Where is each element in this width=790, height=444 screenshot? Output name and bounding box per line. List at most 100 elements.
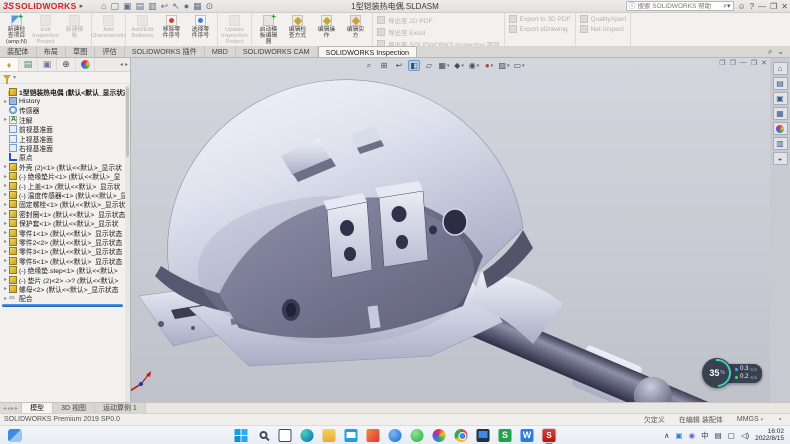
tree-item[interactable]: 传感器: [0, 106, 125, 115]
filter-dropdown-icon[interactable]: ▾: [13, 74, 16, 81]
tray-chevron-icon[interactable]: ∧: [664, 431, 670, 440]
new-inspection-project-button[interactable]: 新建检 查项目 (amp;N): [2, 14, 31, 47]
search-icon[interactable]: [256, 428, 271, 443]
tab-propertymanager[interactable]: ▤: [19, 58, 38, 71]
tree-item[interactable]: 右视基准面: [0, 143, 125, 152]
tree-item[interactable]: ▸(-) 温度传感器<1> (默认<<默认>_显示: [0, 190, 125, 199]
expand-ribbon-icon[interactable]: ⌄: [777, 47, 784, 57]
tree-item[interactable]: ▸固定螺栓<1> (默认<<默认>_显示状: [0, 200, 125, 209]
start-icon[interactable]: [234, 428, 249, 443]
tree-item[interactable]: ▸(-) 绝缘垫.step<1> (默认<<默认>: [0, 265, 125, 274]
save-icon[interactable]: ▤: [136, 1, 145, 11]
tag-icon[interactable]: ◔: [777, 415, 782, 424]
select-balloon-button[interactable]: 选择零 件序号: [186, 14, 215, 40]
performance-widget[interactable]: 35% 0.3 K/s 0.2 K/s: [702, 358, 762, 388]
expand-arrow-icon[interactable]: ▸: [2, 229, 9, 236]
help-icon[interactable]: ?: [750, 2, 754, 11]
tree-item[interactable]: ▸零件2<2> (默认<<默认>_显示状态: [0, 237, 125, 246]
tree-root-item[interactable]: 1型铠装热电偶 (默认<默认_显示状态-1>: [0, 87, 125, 96]
tray-shield-icon[interactable]: ◉: [689, 431, 696, 440]
apply-scene-icon[interactable]: ▨▾: [498, 60, 510, 71]
hide-show-items-icon[interactable]: ◉▾: [468, 60, 480, 71]
dynamic-annotation-icon[interactable]: ▱: [423, 60, 435, 71]
launch-template-editor-button[interactable]: 启动模 板编辑 器: [254, 14, 283, 47]
print-icon[interactable]: ▥: [148, 1, 157, 11]
appearances-icon[interactable]: [773, 122, 788, 135]
chrome-icon[interactable]: [454, 428, 469, 443]
graphics-viewport[interactable]: ⌕⊞↩◧▱▦▾◆▾◉▾●▾▨▾▭▾ ❐ ❐ — ❐ ✕: [131, 58, 770, 402]
qq-icon[interactable]: [410, 428, 425, 443]
user-icon[interactable]: ☺: [738, 2, 746, 11]
ribbon-tab-装配体[interactable]: 装配体: [0, 46, 37, 57]
expand-arrow-icon[interactable]: ▸: [2, 285, 9, 292]
tray-keyboard-icon[interactable]: ▤: [715, 431, 722, 440]
ribbon-tab-mbd[interactable]: MBD: [205, 46, 236, 57]
scrollbar-thumb[interactable]: [126, 87, 129, 157]
ribbon-tab-solidworks-inspection[interactable]: SOLIDWORKS Inspection: [318, 46, 418, 57]
section-view-icon[interactable]: ◧: [408, 60, 420, 71]
search-icon[interactable]: ⌕▾: [723, 2, 730, 11]
options-icon[interactable]: ⊙: [206, 1, 214, 11]
ribbon-tab-布局[interactable]: 布局: [37, 46, 66, 57]
edge-icon[interactable]: [300, 428, 315, 443]
remove-balloon-button[interactable]: 移除零 件序号: [157, 14, 186, 40]
view-palette-icon[interactable]: ▦: [773, 107, 788, 120]
tree-item[interactable]: ▸(-) 绝缘垫片<1> (默认<<默认>_显: [0, 172, 125, 181]
wps-w-icon[interactable]: W: [520, 428, 535, 443]
file-explorer-icon[interactable]: ▣: [773, 92, 788, 105]
tree-item[interactable]: ▸注解: [0, 115, 125, 124]
solidworks-app-icon[interactable]: S: [542, 428, 557, 443]
explorer-icon[interactable]: [322, 428, 337, 443]
rollback-bar[interactable]: [2, 304, 123, 307]
view-orientation-icon[interactable]: ▦▾: [438, 60, 450, 71]
tab-dimxpertmanager[interactable]: ⊕: [57, 58, 76, 71]
doc-minimize-icon[interactable]: —: [740, 59, 747, 67]
taskview-icon[interactable]: [278, 428, 293, 443]
mail-icon[interactable]: [344, 428, 359, 443]
tree-item[interactable]: ▸∞配合: [0, 294, 125, 303]
pin-icon[interactable]: ⌕: [768, 47, 772, 57]
tree-item[interactable]: ▸History: [0, 96, 125, 105]
home-icon[interactable]: ⌂: [101, 1, 106, 11]
browser-icon[interactable]: [388, 428, 403, 443]
wps-s-icon[interactable]: S: [498, 428, 513, 443]
remote-icon[interactable]: [476, 428, 491, 443]
expand-arrow-icon[interactable]: ▸: [2, 173, 9, 180]
tree-scrollbar[interactable]: [125, 85, 130, 402]
search-input[interactable]: [638, 3, 724, 10]
ribbon-tab-评估[interactable]: 评估: [95, 46, 124, 57]
photos-icon[interactable]: [366, 428, 381, 443]
doc-close-icon[interactable]: ✕: [761, 59, 767, 67]
expand-arrow-icon[interactable]: ▸: [2, 201, 9, 208]
expand-arrow-icon[interactable]: ▸: [2, 98, 9, 105]
expand-arrow-icon[interactable]: ▸: [2, 182, 9, 189]
select-icon[interactable]: ↖: [172, 1, 180, 11]
expand-arrow-icon[interactable]: ▸: [2, 116, 9, 123]
edit-operation-button[interactable]: 编辑操 作: [312, 14, 341, 40]
expand-arrow-icon[interactable]: ▸: [2, 163, 9, 170]
tree-item[interactable]: ▸保护套<1> (默认<<默认>_显示状: [0, 218, 125, 227]
tree-item[interactable]: ▸外壳 (2)<1> (默认<<默认>_显示状: [0, 162, 125, 171]
tree-item[interactable]: ▸零件3<1> (默认<<默认>_显示状态: [0, 247, 125, 256]
rebuild-icon[interactable]: ●: [184, 1, 189, 11]
menu-expand-icon[interactable]: ▸: [80, 2, 84, 10]
expand-arrow-icon[interactable]: ▸: [2, 295, 9, 302]
tree-item[interactable]: ▸零件1<1> (默认<<默认>_显示状态: [0, 228, 125, 237]
tray-display-icon[interactable]: ▢: [728, 431, 735, 440]
expand-arrow-icon[interactable]: ▸: [2, 248, 9, 255]
zoom-area-icon[interactable]: ⊞: [378, 60, 390, 71]
tree-item[interactable]: 原点: [0, 153, 125, 162]
tab-configurationmanager[interactable]: ▣: [38, 58, 57, 71]
tree-item[interactable]: ▸(-) 垫片 (2)<2> ->? (默认<<默认>: [0, 275, 125, 284]
expand-arrow-icon[interactable]: ▸: [2, 220, 9, 227]
edit-spec-button[interactable]: 编辑实 方: [341, 14, 370, 40]
filter-icon[interactable]: [3, 75, 11, 80]
expand-arrow-icon[interactable]: ▸: [2, 257, 9, 264]
previous-view-icon[interactable]: ↩: [393, 60, 405, 71]
doc-tab-3D-视图[interactable]: 3D 视图: [53, 403, 95, 413]
window-minimize-icon[interactable]: —: [758, 2, 766, 11]
clock[interactable]: 16:02 2022/8/15: [755, 428, 784, 442]
edit-inspection-method-button[interactable]: 编辑检 查方式: [283, 14, 312, 40]
tab-displaymanager[interactable]: [76, 58, 95, 71]
forum-icon[interactable]: ◒: [773, 152, 788, 165]
